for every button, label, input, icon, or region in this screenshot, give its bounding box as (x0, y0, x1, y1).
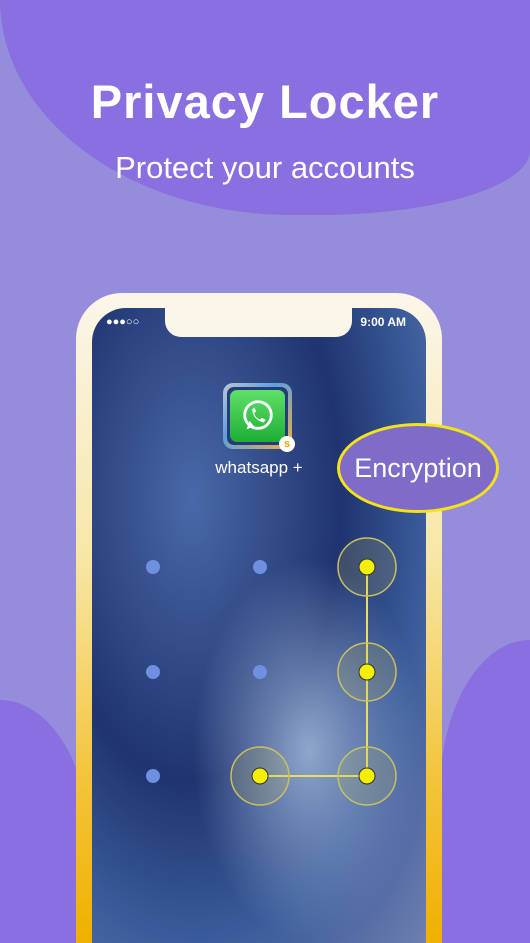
pattern-dot-selected[interactable] (251, 767, 269, 785)
pattern-dot[interactable] (146, 665, 160, 679)
encryption-callout: Encryption (337, 423, 499, 513)
pattern-dot-selected[interactable] (358, 558, 376, 576)
pattern-dot-selected[interactable] (358, 767, 376, 785)
pattern-dot[interactable] (146, 769, 160, 783)
pattern-dot[interactable] (253, 560, 267, 574)
pattern-dot[interactable] (146, 560, 160, 574)
pattern-dot[interactable] (253, 665, 267, 679)
pattern-dot-selected[interactable] (358, 663, 376, 681)
